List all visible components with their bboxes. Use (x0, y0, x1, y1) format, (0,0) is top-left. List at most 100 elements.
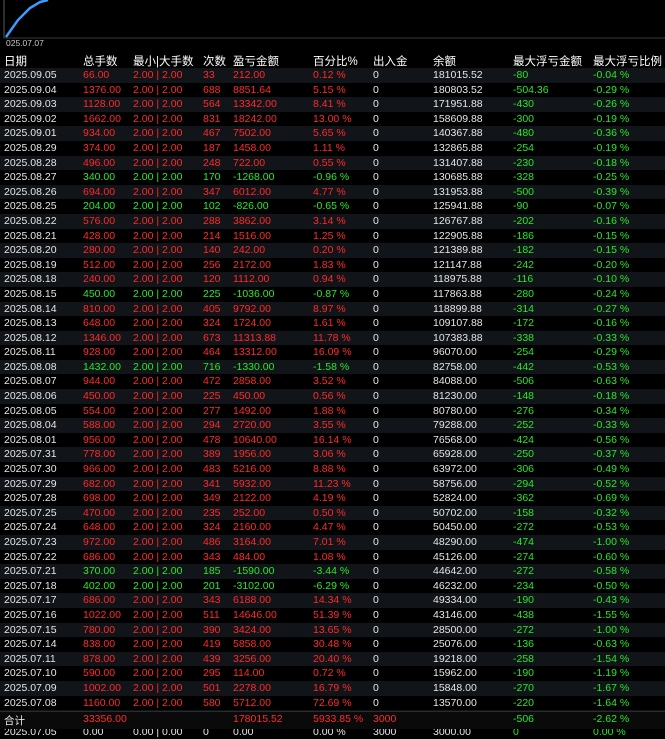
cell-count: 580 (203, 696, 221, 709)
cell-percent: 16.09 % (313, 346, 352, 359)
table-row[interactable]: 2025.08.06 450.00 2.00 | 2.00 225 450.00 0.56… (0, 389, 665, 404)
cell-pnl: 212.00 (233, 69, 266, 81)
table-row[interactable]: 2025.07.31 778.00 2.00 | 2.00 389 1956.00 3.0… (0, 447, 665, 463)
table-row[interactable]: 2025.07.11 878.00 2.00 | 2.00 439 3256.00 20.… (0, 651, 665, 667)
table-row[interactable]: 2025.07.21 370.00 2.00 | 2.00 185 -1590.00 -3… (0, 564, 665, 579)
cell-total-lots: 374.00 (83, 141, 116, 154)
table-row[interactable]: 2025.08.07 944.00 2.00 | 2.00 472 2858.00 3.5… (0, 374, 665, 389)
header-pnl[interactable]: 盈亏金额 (233, 53, 279, 69)
cell-min-max-lots: 2.00 | 2.00 (133, 171, 183, 184)
table-row[interactable]: 2025.07.18 402.00 2.00 | 2.00 201 -3102.00 -6… (0, 579, 665, 594)
table-row[interactable]: 2025.08.11 928.00 2.00 | 2.00 464 13312.00 16… (0, 345, 665, 360)
cell-min-max-lots: 2.00 | 2.00 (133, 506, 183, 519)
total-lots: 33356.00 (83, 713, 127, 725)
cell-min-max-lots: 2.00 | 2.00 (133, 287, 183, 300)
table-row[interactable]: 2025.09.05 66.00 2.00 | 2.00 33 212.00 0.12 %… (0, 68, 665, 83)
cell-percent: 1.61 % (313, 317, 346, 330)
cell-pnl: -1268.00 (233, 171, 275, 184)
header-max-floating-ratio[interactable]: 最大浮亏比例 (593, 53, 662, 69)
cell-deposit: 0 (373, 550, 379, 563)
table-row[interactable]: 2025.07.30 966.00 2.00 | 2.00 483 5216.00 8.8… (0, 462, 665, 477)
cell-deposit: 0 (373, 112, 379, 125)
cell-deposit: 0 (373, 185, 379, 198)
table-row[interactable]: 2025.08.08 1432.00 2.00 | 2.00 716 -1330.00 -… (0, 359, 665, 375)
header-deposit[interactable]: 出入金 (373, 53, 408, 69)
table-row[interactable]: 2025.08.27 340.00 2.00 | 2.00 170 -1268.00 -0… (0, 170, 665, 185)
cell-total-lots: 450.00 (83, 390, 116, 403)
cell-max-floating-ratio: -1.55 % (593, 608, 630, 621)
cell-balance: 45126.00 (433, 550, 477, 563)
cell-pnl: 6188.00 (233, 594, 271, 607)
table-row[interactable]: 2025.08.15 450.00 2.00 | 2.00 225 -1036.00 -0… (0, 287, 665, 302)
table-row[interactable]: 2025.09.04 1376.00 2.00 | 2.00 688 8851.64 5.… (0, 83, 665, 98)
cell-max-floating-loss: -438 (513, 608, 535, 621)
header-percent[interactable]: 百分比% (313, 53, 358, 69)
cell-max-floating-ratio: -0.58 % (593, 565, 630, 578)
table-row[interactable]: 2025.07.25 470.00 2.00 | 2.00 235 252.00 0.50… (0, 505, 665, 521)
table-row[interactable]: 2025.07.29 682.00 2.00 | 2.00 341 5932.00 11.… (0, 476, 665, 492)
cell-max-floating-loss: -430 (513, 98, 535, 111)
cell-percent: 11.23 % (313, 477, 351, 490)
table-row[interactable]: 2025.07.15 780.00 2.00 | 2.00 390 3424.00 13.… (0, 622, 665, 638)
cell-count: 343 (203, 594, 221, 607)
cell-deposit: 0 (373, 302, 379, 315)
header-date[interactable]: 日期 (4, 53, 27, 69)
header-total-lots[interactable]: 总手数 (83, 53, 118, 69)
table-row[interactable]: 2025.07.08 1160.00 2.00 | 2.00 580 5712.00 72… (0, 696, 665, 711)
cell-deposit: 0 (373, 360, 379, 373)
table-row[interactable]: 2025.07.28 698.00 2.00 | 2.00 349 2122.00 4.1… (0, 491, 665, 506)
table-row[interactable]: 2025.07.23 972.00 2.00 | 2.00 486 3164.00 7.0… (0, 535, 665, 550)
header-min-max-lots[interactable]: 最小|大手数 (133, 53, 194, 69)
cell-max-floating-ratio: -0.16 % (593, 317, 630, 330)
table-row[interactable]: 2025.08.04 588.00 2.00 | 2.00 294 2720.00 3.5… (0, 418, 665, 433)
cell-total-lots: 694.00 (83, 185, 116, 198)
table-row[interactable]: 2025.08.25 204.00 2.00 | 2.00 102 -826.00 -0.… (0, 199, 665, 214)
cell-balance: 131407.88 (433, 156, 483, 169)
header-balance[interactable]: 余额 (433, 53, 456, 69)
cell-total-lots: 1432.00 (83, 360, 121, 373)
table-row[interactable]: 2025.07.16 1022.00 2.00 | 2.00 511 14646.00 5… (0, 608, 665, 623)
table-row[interactable]: 2025.08.28 496.00 2.00 | 2.00 248 722.00 0.55… (0, 155, 665, 171)
cell-percent: 1.88 % (313, 404, 346, 417)
table-row[interactable]: 2025.09.02 1662.00 2.00 | 2.00 831 18242.00 1… (0, 112, 665, 127)
table-row[interactable]: 2025.08.18 240.00 2.00 | 2.00 120 1112.00 0.9… (0, 272, 665, 287)
cell-max-floating-ratio: -1.54 % (593, 652, 630, 665)
table-row[interactable]: 2025.07.14 838.00 2.00 | 2.00 419 5858.00 30.… (0, 637, 665, 652)
cell-pnl: 3256.00 (233, 652, 271, 665)
header-max-floating-loss[interactable]: 最大浮亏金额 (513, 53, 582, 69)
cell-total-lots: 470.00 (83, 506, 116, 519)
cell-pnl: 114.00 (233, 667, 265, 680)
table-row[interactable]: 2025.08.01 956.00 2.00 | 2.00 478 10640.00 16… (0, 433, 665, 448)
table-row[interactable]: 2025.08.19 512.00 2.00 | 2.00 256 2172.00 1.8… (0, 258, 665, 273)
cell-count: 472 (203, 375, 221, 388)
cell-count: 185 (203, 565, 221, 578)
table-row[interactable]: 2025.09.01 934.00 2.00 | 2.00 467 7502.00 5.6… (0, 126, 665, 141)
table-row[interactable]: 2025.08.14 810.00 2.00 | 2.00 405 9792.00 8.9… (0, 301, 665, 317)
header-count[interactable]: 次数 (203, 53, 226, 69)
table-row[interactable]: 2025.08.05 554.00 2.00 | 2.00 277 1492.00 1.8… (0, 404, 665, 419)
cell-min-max-lots: 2.00 | 2.00 (133, 185, 183, 198)
table-row[interactable]: 2025.08.21 428.00 2.00 | 2.00 214 1516.00 1.2… (0, 229, 665, 244)
table-row[interactable]: 2025.07.24 648.00 2.00 | 2.00 324 2160.00 4.4… (0, 520, 665, 535)
table-row[interactable]: 2025.08.29 374.00 2.00 | 2.00 187 1458.00 1.1… (0, 141, 665, 156)
cell-min-max-lots: 2.00 | 2.00 (133, 375, 183, 388)
table-row[interactable]: 2025.08.13 648.00 2.00 | 2.00 324 1724.00 1.6… (0, 316, 665, 331)
cell-max-floating-loss: -158 (513, 506, 535, 519)
cell-pnl: -1330.00 (233, 360, 275, 373)
cell-percent: 3.14 % (313, 214, 346, 227)
table-row[interactable]: 2025.07.22 686.00 2.00 | 2.00 343 484.00 1.08… (0, 550, 665, 565)
cell-min-max-lots: 2.00 | 2.00 (133, 608, 183, 621)
cell-balance: 171951.88 (433, 98, 483, 111)
cell-total-lots: 944.00 (83, 375, 116, 388)
table-row[interactable]: 2025.07.10 590.00 2.00 | 2.00 295 114.00 0.72… (0, 666, 665, 681)
table-row[interactable]: 2025.08.22 576.00 2.00 | 2.00 288 3862.00 3.1… (0, 213, 665, 229)
equity-curve (3, 0, 665, 39)
table-row[interactable]: 2025.08.12 1346.00 2.00 | 2.00 673 11313.88 1… (0, 330, 665, 346)
cell-total-lots: 838.00 (83, 638, 116, 651)
cell-max-floating-ratio: -0.52 % (593, 477, 630, 490)
table-row[interactable]: 2025.07.17 686.00 2.00 | 2.00 343 6188.00 14.… (0, 593, 665, 608)
table-row[interactable]: 2025.08.20 280.00 2.00 | 2.00 140 242.00 0.20… (0, 243, 665, 258)
table-row[interactable]: 2025.07.09 1002.00 2.00 | 2.00 501 2278.00 16… (0, 680, 665, 696)
table-row[interactable]: 2025.09.03 1128.00 2.00 | 2.00 564 13342.00 8… (0, 97, 665, 112)
table-row[interactable]: 2025.08.26 694.00 2.00 | 2.00 347 6012.00 4.7… (0, 184, 665, 200)
